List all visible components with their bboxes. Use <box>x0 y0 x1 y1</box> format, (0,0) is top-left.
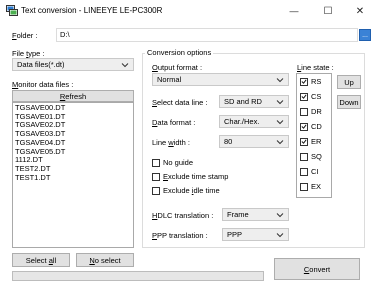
no-guide-label: No guide <box>163 158 194 167</box>
exclude-time-stamp-checkbox[interactable]: Exclude time stamp <box>152 172 228 181</box>
down-label: Down <box>339 97 359 107</box>
convert-label: Convert <box>303 264 331 274</box>
browse-folder-button[interactable]: ... <box>359 29 371 41</box>
file-type-value: Data files(*.dt) <box>17 60 65 69</box>
progress-bar <box>12 271 264 281</box>
folder-label: Folder : <box>12 31 38 40</box>
line-state-list[interactable]: RS CS DR CD ER SQ CI EX <box>296 73 332 198</box>
line-width-value: 80 <box>224 137 233 146</box>
checkmark-icon <box>301 94 307 99</box>
monitor-files-list[interactable]: TGSAVE00.DT TGSAVE01.DT TGSAVE02.DT TGSAVE0… <box>12 102 134 248</box>
output-format-label: Output format : <box>152 63 203 72</box>
dialog-window: Text conversion - LINEEYE LE-PC300R — ☐ … <box>0 0 372 285</box>
app-icon <box>6 5 18 16</box>
data-format-value: Char./Hex. <box>224 117 260 126</box>
output-format-select[interactable]: Normal <box>152 73 289 86</box>
minimize-button[interactable]: — <box>277 2 311 20</box>
line-state-item[interactable]: CD <box>297 119 331 134</box>
select-data-line-value: SD and RD <box>224 97 262 106</box>
checkbox-box[interactable] <box>300 77 308 86</box>
maximize-button[interactable]: ☐ <box>311 2 345 20</box>
exclude-time-stamp-label: Exclude time stamp <box>163 172 229 181</box>
ellipsis-icon: ... <box>362 31 368 39</box>
line-state-item-label: RS <box>311 77 322 86</box>
ppp-translation-value: PPP <box>227 230 243 239</box>
chevron-down-icon <box>276 213 284 218</box>
maximize-icon: ☐ <box>323 5 333 17</box>
checkbox-box[interactable] <box>300 122 308 131</box>
data-format-select[interactable]: Char./Hex. <box>219 115 289 128</box>
move-down-button[interactable]: Down <box>337 95 361 109</box>
move-up-button[interactable]: Up <box>337 75 361 89</box>
line-state-item-label: CS <box>311 92 322 101</box>
convert-button[interactable]: Convert <box>274 258 360 280</box>
line-state-item-label: EX <box>311 182 322 191</box>
line-state-item-label: SQ <box>311 152 322 161</box>
refresh-button[interactable]: Refresh <box>12 90 134 102</box>
refresh-label: Refresh <box>59 91 87 101</box>
line-state-item-label: DR <box>311 107 322 116</box>
chevron-down-icon <box>276 233 284 238</box>
line-state-item-label: CD <box>311 122 322 131</box>
checkbox-box[interactable] <box>152 158 160 167</box>
no-select-button[interactable]: No select <box>76 253 134 267</box>
conversion-options-label: Conversion options <box>145 48 214 57</box>
up-label: Up <box>344 77 354 87</box>
chevron-down-icon <box>121 63 129 68</box>
select-data-line-label: Select data line : <box>152 98 208 107</box>
close-button[interactable]: ✕ <box>343 2 372 20</box>
chevron-down-icon <box>276 100 284 105</box>
checkbox-box[interactable] <box>152 172 160 181</box>
checkbox-box[interactable] <box>300 107 308 116</box>
exclude-idle-time-label: Exclude idle time <box>163 186 220 195</box>
data-format-label: Data format : <box>152 118 196 127</box>
chevron-down-icon <box>276 120 284 125</box>
hdlc-translation-select[interactable]: Frame <box>222 208 289 221</box>
checkbox-box[interactable] <box>300 182 308 191</box>
file-type-label: File type : <box>12 49 45 58</box>
line-state-label: Line state : <box>297 63 334 72</box>
chevron-down-icon <box>276 140 284 145</box>
line-state-item-label: CI <box>311 167 319 176</box>
checkmark-icon <box>301 139 307 144</box>
select-data-line-select[interactable]: SD and RD <box>219 95 289 108</box>
list-item[interactable]: TEST1.DT <box>13 173 133 183</box>
line-state-item[interactable]: CS <box>297 89 331 104</box>
monitor-files-label: Monitor data files : <box>12 80 74 89</box>
line-state-item[interactable]: EX <box>297 179 331 194</box>
checkbox-box[interactable] <box>152 186 160 195</box>
ppp-translation-label: PPP translation : <box>152 231 208 240</box>
checkbox-box[interactable] <box>300 92 308 101</box>
line-state-item[interactable]: RS <box>297 74 331 89</box>
hdlc-translation-label: HDLC translation : <box>152 211 214 220</box>
line-state-item-label: ER <box>311 137 322 146</box>
checkbox-box[interactable] <box>300 152 308 161</box>
exclude-idle-time-checkbox[interactable]: Exclude idle time <box>152 186 220 195</box>
no-select-label: No select <box>89 255 121 265</box>
hdlc-translation-value: Frame <box>227 210 249 219</box>
checkbox-box[interactable] <box>300 137 308 146</box>
checkmark-icon <box>301 124 307 129</box>
ppp-translation-select[interactable]: PPP <box>222 228 289 241</box>
folder-path-field[interactable]: D:\ <box>56 28 358 42</box>
minimize-icon: — <box>289 6 299 16</box>
line-state-item[interactable]: CI <box>297 164 331 179</box>
close-icon: ✕ <box>355 5 365 17</box>
chevron-down-icon <box>276 78 284 83</box>
checkmark-icon <box>301 79 307 84</box>
line-width-select[interactable]: 80 <box>219 135 289 148</box>
title-bar[interactable]: Text conversion - LINEEYE LE-PC300R — ☐ … <box>0 0 372 22</box>
no-guide-checkbox[interactable]: No guide <box>152 158 193 167</box>
select-all-button[interactable]: Select all <box>12 253 70 267</box>
window-title: Text conversion - LINEEYE LE-PC300R <box>21 6 163 15</box>
line-state-item[interactable]: ER <box>297 134 331 149</box>
line-state-item[interactable]: DR <box>297 104 331 119</box>
line-width-label: Line width : <box>152 138 190 147</box>
checkbox-box[interactable] <box>300 167 308 176</box>
select-all-label: Select all <box>25 255 57 265</box>
line-state-item[interactable]: SQ <box>297 149 331 164</box>
output-format-value: Normal <box>157 75 182 84</box>
file-type-select[interactable]: Data files(*.dt) <box>12 58 134 71</box>
